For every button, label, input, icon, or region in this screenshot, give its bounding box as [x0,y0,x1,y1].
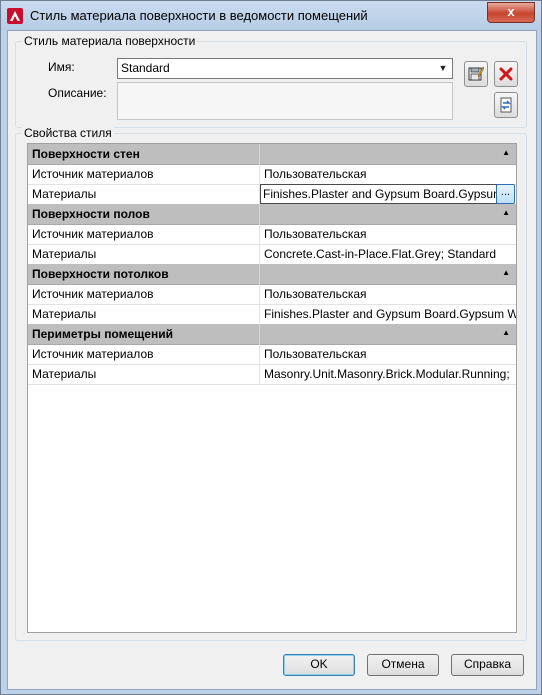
property-name: Источник материалов [32,347,154,361]
dialog-window: Стиль материала поверхности в ведомости … [0,0,542,695]
property-row[interactable]: Источник материалов Пользовательская [28,164,516,185]
property-row[interactable]: Материалы Concrete.Cast-in-Place.Flat.Gr… [28,244,516,265]
property-row[interactable]: Источник материалов Пользовательская [28,224,516,245]
dialog-body: Стиль материала поверхности Имя: Standar… [7,30,537,690]
property-row[interactable]: Источник материалов Пользовательская [28,284,516,305]
collapse-arrow-icon[interactable]: ▲ [502,328,510,337]
name-combobox[interactable]: Standard ▼ [117,58,453,79]
category-ceilings-title: Поверхности потолков [32,267,169,281]
property-name-cell: Источник материалов [28,284,260,304]
materials-edit-field[interactable]: Finishes.Plaster and Gypsum Board.Gypsum [260,184,497,204]
cancel-button[interactable]: Отмена [367,654,439,676]
category-floors-header[interactable]: Поверхности полов ▲ [28,204,516,225]
property-name-cell: Источник материалов [28,224,260,244]
description-label: Описание: [48,86,107,100]
property-value-cell[interactable]: Пользовательская [260,224,516,244]
property-name-cell: Материалы [28,244,260,264]
name-label: Имя: [48,60,75,74]
property-value: Пользовательская [264,287,367,301]
property-value: Concrete.Cast-in-Place.Flat.Grey; Standa… [264,247,497,261]
property-value: Finishes.Plaster and Gypsum Board.Gypsum [263,187,497,201]
property-value-cell[interactable]: Пользовательская [260,164,516,184]
help-button[interactable]: Справка [451,654,524,676]
surface-style-group: Стиль материала поверхности Имя: Standar… [15,34,527,128]
property-value: Пользовательская [264,347,367,361]
edit-style-button[interactable] [464,61,488,87]
property-name-cell: Материалы [28,304,260,324]
category-floors-title: Поверхности полов [32,207,150,221]
category-walls-title-cell: Поверхности стен [28,144,260,164]
property-row[interactable]: Материалы Finishes.Plaster and Gypsum Bo… [28,304,516,325]
ok-button[interactable]: OK [283,654,355,676]
property-value-cell[interactable]: Concrete.Cast-in-Place.Flat.Grey; Standa… [260,244,516,264]
category-ceilings-header[interactable]: Поверхности потолков ▲ [28,264,516,285]
property-name: Материалы [32,247,97,261]
name-combobox-value: Standard [121,61,170,75]
category-ceilings-title-cell: Поверхности потолков [28,264,260,284]
collapse-arrow-icon[interactable]: ▲ [502,148,510,157]
collapse-arrow-icon[interactable]: ▲ [502,268,510,277]
delete-style-button[interactable] [494,61,518,87]
property-name: Материалы [32,367,97,381]
property-value: Finishes.Plaster and Gypsum Board.Gypsum… [264,307,516,321]
property-value: Masonry.Unit.Masonry.Brick.Modular.Runni… [264,367,510,381]
autocad-icon [7,8,23,24]
property-grid: Поверхности стен ▲ Источник материалов П… [27,143,517,633]
property-row[interactable]: Источник материалов Пользовательская [28,344,516,365]
property-value-cell[interactable]: Finishes.Plaster and Gypsum Board.Gypsum… [260,304,516,324]
window-title: Стиль материала поверхности в ведомости … [30,8,368,23]
close-button[interactable]: x [487,2,535,23]
property-value-cell[interactable]: Пользовательская [260,284,516,304]
property-name-cell: Источник материалов [28,164,260,184]
property-name-cell: Материалы [28,184,260,204]
surface-style-group-label: Стиль материала поверхности [22,34,198,48]
property-value: Пользовательская [264,227,367,241]
browse-ellipsis-button[interactable]: ... [496,184,515,204]
property-value: Пользовательская [264,167,367,181]
category-walls-header[interactable]: Поверхности стен ▲ [28,144,516,165]
delete-icon [499,67,513,81]
category-walls-title: Поверхности стен [32,147,140,161]
property-name: Материалы [32,187,97,201]
category-perimeters-title-cell: Периметры помещений [28,324,260,344]
property-value-cell[interactable]: Пользовательская [260,344,516,364]
property-value-cell[interactable]: Masonry.Unit.Masonry.Brick.Modular.Runni… [260,364,516,384]
property-row[interactable]: Материалы Masonry.Unit.Masonry.Brick.Mod… [28,364,516,385]
swap-doc-icon [500,97,512,113]
collapse-arrow-icon[interactable]: ▲ [502,208,510,217]
property-name: Источник материалов [32,287,154,301]
style-properties-group-label: Свойства стиля [22,126,114,140]
category-perimeters-header[interactable]: Периметры помещений ▲ [28,324,516,345]
property-row[interactable]: Материалы Finishes.Plaster and Gypsum Bo… [28,184,516,205]
copy-style-button[interactable] [494,92,518,118]
category-floors-title-cell: Поверхности полов [28,204,260,224]
property-name: Источник материалов [32,167,154,181]
property-name-cell: Материалы [28,364,260,384]
floppy-edit-icon [468,66,484,81]
property-name: Материалы [32,307,97,321]
category-perimeters-title: Периметры помещений [32,327,173,341]
property-name: Источник материалов [32,227,154,241]
description-field[interactable] [117,82,453,120]
property-name-cell: Источник материалов [28,344,260,364]
title-bar[interactable]: Стиль материала поверхности в ведомости … [1,1,541,30]
chevron-down-icon[interactable]: ▼ [437,60,449,76]
